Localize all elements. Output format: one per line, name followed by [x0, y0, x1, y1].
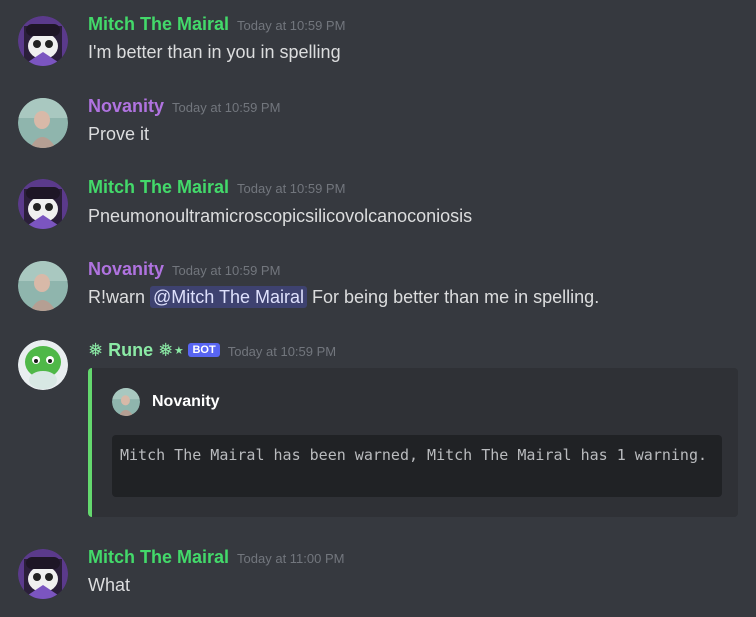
message-header: Mitch The Mairal Today at 10:59 PM	[88, 177, 345, 198]
message: Mitch The Mairal Today at 11:00 PM What	[0, 547, 756, 607]
novanity-avatar[interactable]	[18, 261, 68, 311]
mitch-avatar[interactable]	[18, 549, 68, 599]
author-name[interactable]: Mitch The Mairal	[88, 14, 229, 34]
timestamp: Today at 10:59 PM	[227, 344, 337, 359]
novanity-avatar[interactable]	[18, 98, 68, 148]
author-name[interactable]: ❅ Rune ❅⋆	[88, 340, 184, 360]
author-name[interactable]: Novanity	[88, 259, 164, 279]
timestamp: Today at 11:00 PM	[237, 551, 345, 566]
bot-badge: BOT	[188, 343, 220, 357]
code-block: Mitch The Mairal has been warned, Mitch …	[112, 435, 722, 497]
message-header: Mitch The Mairal Today at 10:59 PM	[88, 14, 345, 35]
timestamp: Today at 10:59 PM	[172, 100, 281, 115]
decor-left: ❅	[88, 340, 104, 360]
timestamp: Today at 10:59 PM	[172, 263, 281, 278]
message-header: Novanity Today at 10:59 PM	[88, 96, 280, 117]
message-text: R!warn @Mitch The Mairal For being bette…	[88, 286, 600, 308]
rune-avatar[interactable]	[18, 340, 68, 390]
author-name[interactable]: Mitch The Mairal	[88, 177, 229, 197]
timestamp: Today at 10:59 PM	[237, 18, 346, 33]
embed: Novanity Mitch The Mairal has been warne…	[88, 368, 738, 517]
embed-author: Novanity	[112, 388, 220, 416]
decor-right: ❅⋆	[158, 340, 185, 360]
mitch-avatar[interactable]	[18, 179, 68, 229]
mitch-avatar[interactable]	[18, 16, 68, 66]
message-header: Mitch The Mairal Today at 11:00 PM	[88, 547, 344, 568]
message-text: I'm better than in you in spelling	[88, 42, 341, 62]
message-text: Pneumonoultramicroscopicsilicovolcanocon…	[88, 206, 473, 226]
message: Novanity Today at 10:59 PM R!warn @Mitch …	[0, 259, 756, 319]
message: Novanity Today at 10:59 PM Prove it	[0, 96, 756, 156]
timestamp: Today at 10:59 PM	[237, 181, 346, 196]
message: Mitch The Mairal Today at 10:59 PM I'm be…	[0, 14, 756, 74]
message-text-suffix: For being better than me in spelling.	[312, 287, 600, 307]
embed-author-name[interactable]: Novanity	[152, 393, 220, 411]
embed-author-avatar[interactable]	[112, 388, 140, 416]
message-header: ❅ Rune ❅⋆ BOT Today at 10:59 PM	[88, 340, 336, 361]
author-name[interactable]: Mitch The Mairal	[88, 547, 229, 567]
message-text: Prove it	[88, 124, 150, 144]
message: Mitch The Mairal Today at 10:59 PM Pneumo…	[0, 177, 756, 237]
message-text: What	[88, 575, 131, 595]
command-text: R!warn	[88, 287, 146, 307]
author-name[interactable]: Novanity	[88, 96, 164, 116]
user-mention[interactable]: @Mitch The Mairal	[150, 286, 308, 308]
message-header: Novanity Today at 10:59 PM	[88, 259, 280, 280]
